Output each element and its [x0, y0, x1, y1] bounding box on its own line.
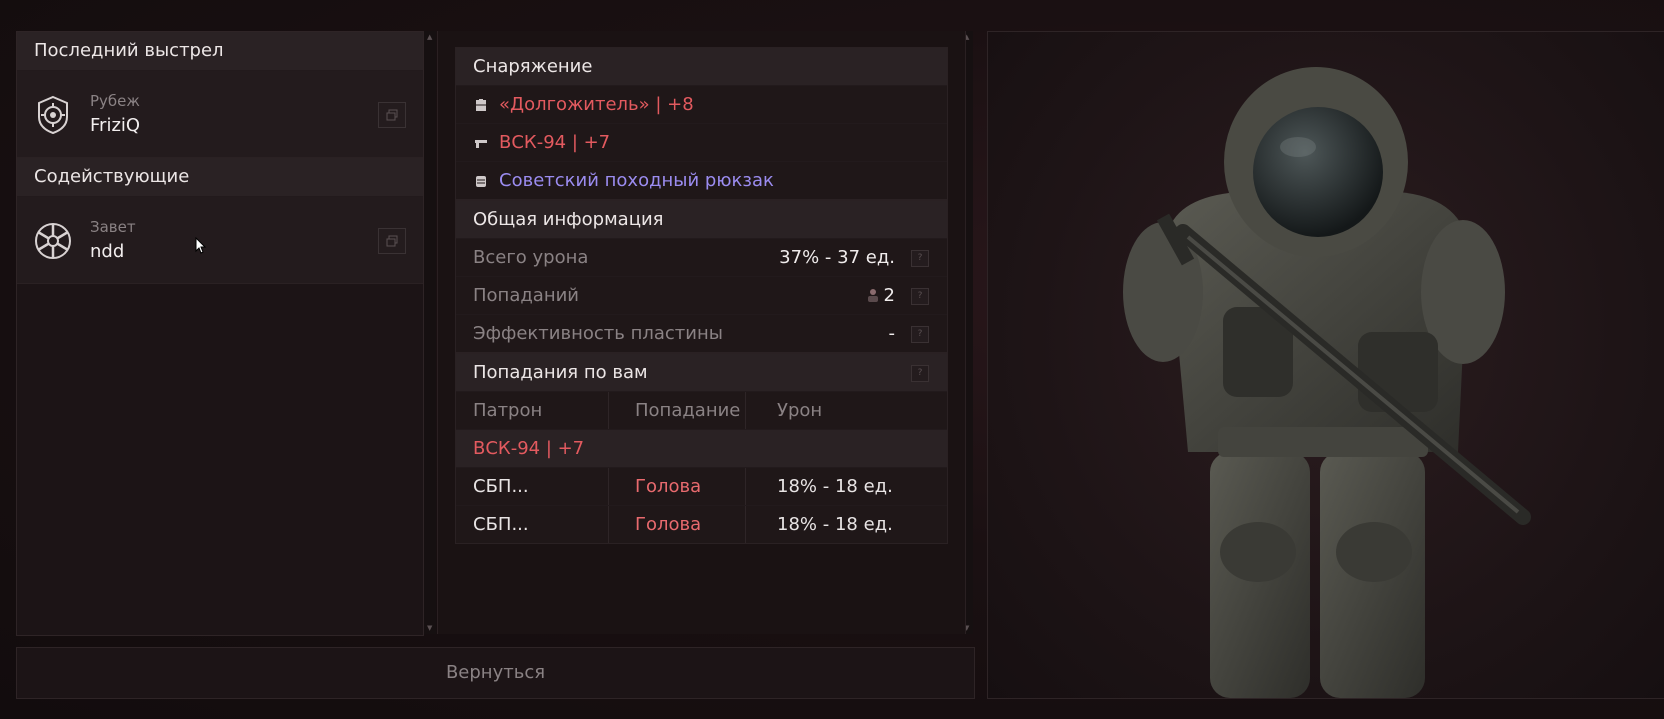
help-button[interactable]: ?	[911, 250, 929, 267]
left-scrollbar[interactable]: ▲ ▼	[424, 31, 436, 634]
assist-player-row[interactable]: Завет ndd	[17, 197, 423, 284]
copy-icon	[386, 109, 398, 121]
backpack-icon	[476, 176, 486, 187]
info-row-hits: Попаданий 2 ?	[456, 276, 947, 314]
hit-zone-cell: Голова	[635, 514, 702, 535]
info-label: Всего урона	[473, 247, 589, 268]
column-header-hit: Попадание	[635, 400, 741, 421]
kill-info-panel: Последний выстрел Рубеж FriziQ Содейству…	[16, 31, 424, 636]
column-divider	[745, 468, 746, 505]
ammo-cell: СБП...	[473, 476, 529, 497]
hits-on-you-header: Попадания по вам ?	[456, 354, 947, 391]
info-row-plate-efficiency: Эффективность пластины - ?	[456, 314, 947, 352]
info-value: 37% - 37 ед.	[779, 247, 895, 268]
last-shot-header: Последний выстрел	[17, 32, 423, 71]
back-button[interactable]: Вернуться	[16, 647, 975, 699]
hits-table-header: Патрон Попадание Урон	[456, 391, 947, 429]
column-divider	[608, 506, 609, 543]
equipment-item-label: ВСК-94 | +7	[499, 132, 611, 153]
info-label: Эффективность пластины	[473, 323, 723, 344]
scroll-up-icon[interactable]: ▲	[427, 33, 432, 41]
assists-header: Содействующие	[17, 158, 423, 197]
rifle-icon	[475, 140, 487, 148]
copy-assist-name-button[interactable]	[378, 228, 406, 254]
copy-killer-name-button[interactable]	[378, 102, 406, 128]
hit-zone-cell: Голова	[635, 476, 702, 497]
info-row-total-damage: Всего урона 37% - 37 ед. ?	[456, 238, 947, 276]
hits-weapon-row: ВСК-94 | +7	[456, 429, 947, 467]
help-button[interactable]: ?	[911, 326, 929, 343]
column-divider	[745, 506, 746, 543]
character-preview[interactable]	[987, 31, 1664, 699]
table-row: СБП... Голова 18% - 18 ед.	[456, 505, 947, 543]
rubezh-faction-emblem-icon	[38, 95, 68, 135]
help-button[interactable]: ?	[911, 288, 929, 305]
column-divider	[608, 468, 609, 505]
help-button[interactable]: ?	[911, 365, 929, 382]
killer-player-row[interactable]: Рубеж FriziQ	[17, 71, 423, 158]
soldier-model-image	[1123, 67, 1531, 698]
general-info-header: Общая информация	[456, 201, 947, 238]
equipment-header: Снаряжение	[456, 48, 947, 85]
equipment-item[interactable]: Советский походный рюкзак	[456, 161, 947, 199]
assist-group: Завет	[90, 218, 136, 236]
hits-on-you-title: Попадания по вам	[473, 362, 648, 383]
hits-on-you-card: Попадания по вам ? Патрон Попадание Урон…	[455, 353, 948, 544]
equipment-item[interactable]: ВСК-94 | +7	[456, 123, 947, 161]
killer-group: Рубеж	[90, 92, 140, 110]
equipment-item-label: «Долгожитель» | +8	[499, 94, 694, 115]
killer-name: FriziQ	[90, 115, 141, 136]
table-row: СБП... Голова 18% - 18 ед.	[456, 467, 947, 505]
equipment-card: Снаряжение «Долгожитель» | +8 ВСК-94 | +…	[455, 47, 948, 200]
details-panel: Снаряжение «Долгожитель» | +8 ВСК-94 | +…	[437, 31, 966, 634]
general-info-card: Общая информация Всего урона 37% - 37 ед…	[455, 200, 948, 353]
info-value: -	[888, 323, 896, 344]
hits-weapon-label: ВСК-94 | +7	[473, 438, 585, 459]
hits-count: 2	[883, 285, 895, 306]
equipment-item[interactable]: «Долгожитель» | +8	[456, 85, 947, 123]
info-value: 2	[866, 277, 895, 314]
info-label: Попаданий	[473, 285, 579, 306]
zavet-faction-emblem-icon	[35, 223, 71, 259]
damage-cell: 18% - 18 ед.	[777, 476, 893, 497]
armor-icon	[476, 99, 486, 111]
damage-cell: 18% - 18 ед.	[777, 514, 893, 535]
column-header-ammo: Патрон	[473, 400, 543, 421]
assist-name: ndd	[90, 241, 125, 262]
mouse-cursor-icon	[195, 237, 207, 254]
column-divider	[745, 392, 746, 429]
column-header-damage: Урон	[777, 400, 823, 421]
equipment-item-label: Советский походный рюкзак	[499, 170, 774, 191]
person-icon	[867, 289, 878, 302]
copy-icon	[386, 235, 398, 247]
ammo-cell: СБП...	[473, 514, 529, 535]
scroll-down-icon[interactable]: ▼	[427, 624, 432, 632]
column-divider	[608, 392, 609, 429]
